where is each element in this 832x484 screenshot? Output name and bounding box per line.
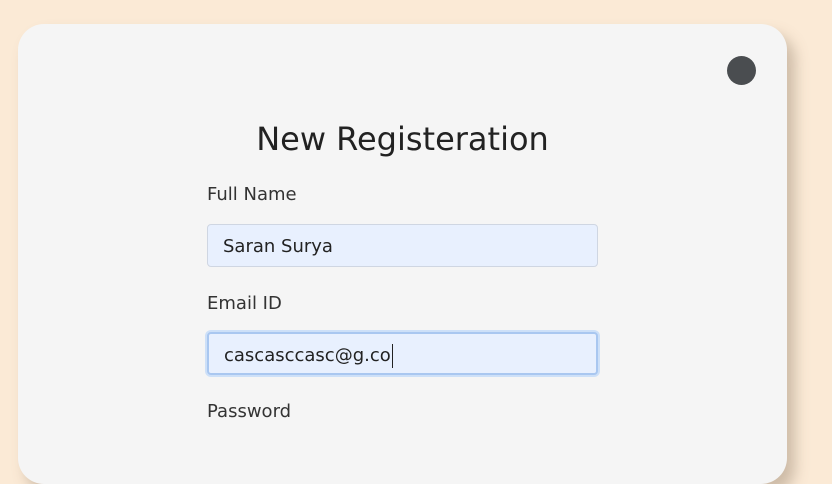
page-title: New Registeration: [256, 120, 549, 158]
registration-card: New Registeration Full Name Saran Surya …: [18, 24, 787, 484]
text-caret: [391, 344, 393, 368]
password-label: Password: [207, 401, 292, 422]
full-name-label: Full Name: [207, 184, 297, 205]
email-input[interactable]: cascasccasc@g.co: [207, 332, 598, 375]
email-value: cascasccasc@g.co: [224, 345, 391, 366]
close-icon[interactable]: [727, 56, 756, 85]
email-label: Email ID: [207, 293, 282, 314]
full-name-value: Saran Surya: [223, 236, 333, 257]
full-name-input[interactable]: Saran Surya: [207, 224, 598, 267]
